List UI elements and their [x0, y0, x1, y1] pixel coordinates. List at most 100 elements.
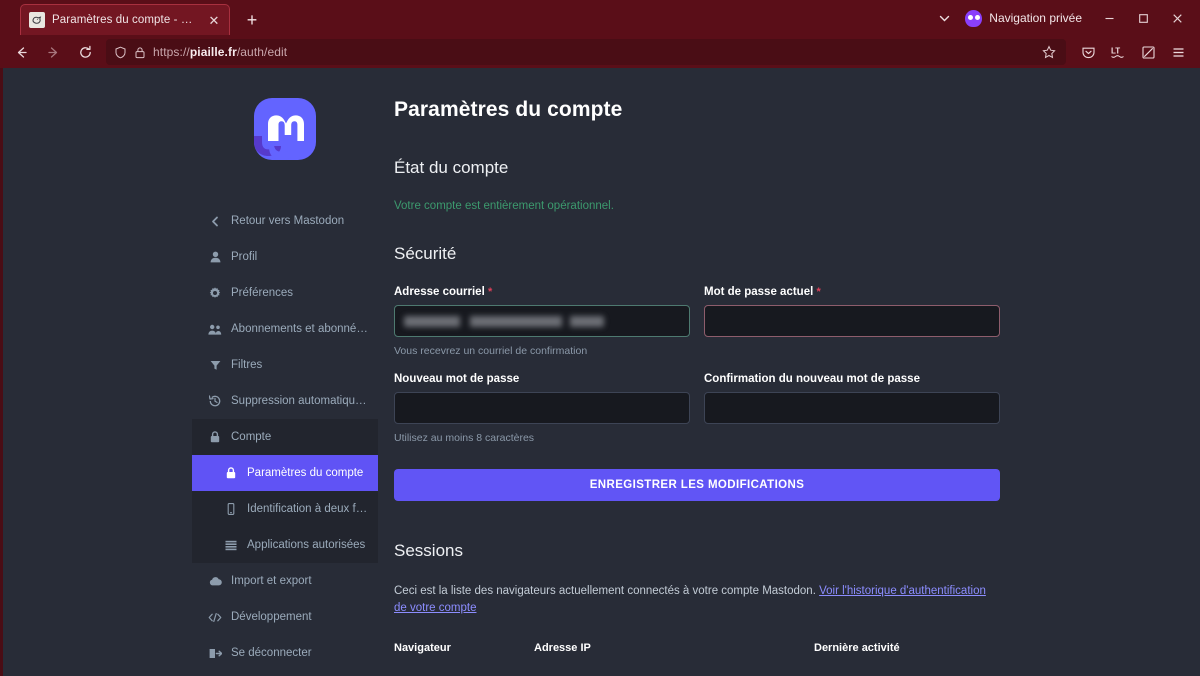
sidebar-item-import-et-export[interactable]: Import et export	[192, 563, 378, 599]
sessions-description-text: Ceci est la liste des navigateurs actuel…	[394, 585, 820, 597]
sidebar-item-se-deconnecter[interactable]: Se déconnecter	[192, 635, 378, 671]
main-content: Paramètres du compte État du compte Votr…	[378, 68, 1200, 676]
save-changes-button[interactable]: ENREGISTRER LES MODIFICATIONS	[394, 469, 1000, 501]
sessions-heading: Sessions	[394, 541, 463, 560]
confirm-password-field[interactable]	[704, 392, 1000, 424]
minimize-button[interactable]	[1092, 1, 1126, 35]
browser-tab[interactable]: Paramètres du compte - Piaille ✕	[20, 4, 230, 35]
browser-toolbar-icons: LT	[1074, 39, 1192, 65]
sidebar-item-applications-autorisees[interactable]: Applications autorisées	[192, 527, 378, 563]
reload-icon[interactable]	[70, 39, 100, 65]
sessions-table-header: Navigateur Adresse IP Dernière activité	[394, 642, 1000, 658]
users-icon	[208, 324, 222, 335]
form-row-spacer	[704, 358, 1000, 373]
chevron-down-icon[interactable]	[929, 3, 959, 33]
account-status-message: Votre compte est entièrement opérationne…	[394, 200, 614, 212]
url-scheme: https://	[153, 45, 190, 59]
logout-icon	[208, 648, 222, 659]
screenshot-icon[interactable]	[1134, 39, 1162, 65]
sidebar-item-identification-deux-facteurs[interactable]: Identification à deux fac...	[192, 491, 378, 527]
private-mask-icon	[965, 9, 983, 27]
confirm-password-label: Confirmation du nouveau mot de passe	[704, 373, 920, 385]
confirm-password-field-group: Confirmation du nouveau mot de passe	[704, 373, 1000, 445]
sidebar-item-label: Préférences	[231, 287, 294, 299]
code-icon	[208, 612, 222, 623]
lock-icon	[224, 467, 238, 479]
sidebar-item-parametres-du-compte[interactable]: Paramètres du compte	[192, 455, 378, 491]
sidebar-item-label: Applications autorisées	[247, 539, 366, 551]
app-menu-icon[interactable]	[1164, 39, 1192, 65]
sidebar-item-retour-vers-mastodon[interactable]: Retour vers Mastodon	[192, 203, 378, 239]
maximize-button[interactable]	[1126, 1, 1160, 35]
email-value-redacted	[404, 315, 604, 327]
current-password-field[interactable]	[704, 305, 1000, 337]
forward-icon[interactable]	[38, 39, 68, 65]
sidebar-item-label: Se déconnecter	[231, 647, 312, 659]
url-host: piaille.fr	[189, 45, 237, 59]
email-field-group: Adresse courriel * Vous recevrez un cour…	[394, 286, 690, 358]
chevron-left-icon	[208, 216, 222, 227]
sidebar-item-label: Import et export	[231, 575, 312, 587]
translate-icon[interactable]: LT	[1104, 39, 1132, 65]
sidebar-item-filtres[interactable]: Filtres	[192, 347, 378, 383]
sidebar-group-compte: Compte Paramètres du compte Identificati…	[192, 419, 378, 563]
sidebar-item-compte[interactable]: Compte	[192, 419, 378, 455]
new-tab-button[interactable]: +	[238, 6, 266, 34]
svg-text:LT: LT	[1111, 46, 1120, 55]
pocket-icon[interactable]	[1074, 39, 1102, 65]
column-header-derniere-activite: Dernière activité	[814, 642, 900, 654]
page-viewport: Retour vers Mastodon Profil Préférences	[0, 68, 1200, 676]
page-title: Paramètres du compte	[394, 98, 623, 121]
email-label: Adresse courriel *	[394, 286, 493, 298]
lock-icon[interactable]	[134, 46, 146, 59]
current-password-field-group: Mot de passe actuel *	[704, 286, 1000, 358]
sidebar-item-label: Abonnements et abonné·e·s	[231, 323, 368, 335]
required-marker: *	[816, 286, 821, 298]
new-password-label: Nouveau mot de passe	[394, 373, 520, 385]
sidebar-item-label: Suppression automatique de ...	[231, 395, 368, 407]
sidebar-nav-list: Retour vers Mastodon Profil Préférences	[192, 203, 378, 671]
close-icon[interactable]: ✕	[206, 12, 222, 28]
tab-strip: Paramètres du compte - Piaille ✕ + Navig…	[0, 0, 1200, 36]
column-header-navigateur: Navigateur	[394, 642, 451, 654]
sidebar-item-label: Compte	[231, 431, 272, 443]
url-bar[interactable]: https://piaille.fr/auth/edit	[106, 39, 1066, 65]
sidebar-item-profil[interactable]: Profil	[192, 239, 378, 275]
sidebar-item-label: Retour vers Mastodon	[231, 215, 345, 227]
gear-icon	[208, 287, 222, 299]
security-form: Adresse courriel * Vous recevrez un cour…	[394, 286, 1000, 445]
url-path: /auth/edit	[236, 45, 288, 59]
private-browsing-label: Navigation privée	[989, 11, 1082, 25]
new-password-field[interactable]	[394, 392, 690, 424]
sidebar-item-developpement[interactable]: Développement	[192, 599, 378, 635]
required-marker: *	[487, 286, 493, 298]
new-password-field-group: Nouveau mot de passe Utilisez au moins 8…	[394, 373, 690, 445]
sidebar-item-preferences[interactable]: Préférences	[192, 275, 378, 311]
settings-sidebar: Retour vers Mastodon Profil Préférences	[192, 68, 378, 676]
shield-icon[interactable]	[114, 46, 127, 59]
current-password-label: Mot de passe actuel *	[704, 286, 821, 298]
sidebar-item-label: Identification à deux fac...	[247, 503, 368, 515]
sidebar-item-label: Développement	[231, 611, 312, 623]
cloud-icon	[208, 576, 222, 586]
filter-icon	[208, 360, 222, 371]
navigation-toolbar: https://piaille.fr/auth/edit LT	[0, 36, 1200, 68]
list-icon	[224, 540, 238, 551]
sidebar-item-label: Profil	[231, 251, 258, 263]
account-status-heading: État du compte	[394, 158, 509, 177]
user-icon	[208, 251, 222, 263]
sidebar-item-suppression-automatique[interactable]: Suppression automatique de ...	[192, 383, 378, 419]
tab-title: Paramètres du compte - Piaille	[52, 14, 199, 26]
sidebar-item-abonnements[interactable]: Abonnements et abonné·e·s	[192, 311, 378, 347]
new-password-hint: Utilisez au moins 8 caractères	[394, 432, 535, 444]
back-icon[interactable]	[6, 39, 36, 65]
url-text[interactable]: https://piaille.fr/auth/edit	[153, 45, 1031, 59]
browser-window: Paramètres du compte - Piaille ✕ + Navig…	[0, 0, 1200, 676]
mastodon-logo[interactable]	[192, 82, 378, 203]
sidebar-item-label: Paramètres du compte	[247, 467, 364, 479]
email-field[interactable]	[394, 305, 690, 337]
left-gutter	[3, 68, 192, 676]
sidebar-item-label: Filtres	[231, 359, 263, 371]
bookmark-star-icon[interactable]	[1038, 41, 1060, 63]
window-close-button[interactable]	[1160, 1, 1194, 35]
